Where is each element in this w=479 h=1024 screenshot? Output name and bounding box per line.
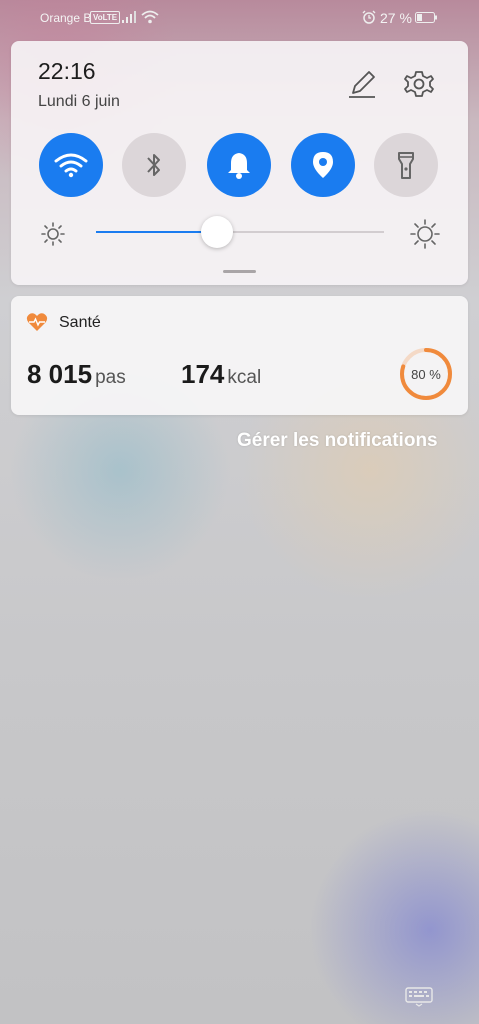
location-toggle[interactable]	[291, 133, 355, 197]
brightness-high-icon	[410, 219, 440, 249]
flashlight-toggle[interactable]	[374, 133, 438, 197]
keyboard-icon[interactable]	[405, 987, 433, 1007]
steps-count: 8 015 pas	[27, 359, 126, 390]
wifi-toggle[interactable]	[39, 133, 103, 197]
kcal-unit: kcal	[227, 367, 262, 388]
goal-progress-label: 80 %	[411, 366, 441, 382]
health-heart-icon	[26, 313, 48, 331]
steps-unit: pas	[95, 367, 126, 388]
location-pin-icon	[313, 152, 333, 178]
brightness-slider[interactable]	[96, 216, 384, 248]
battery-percent: 27 %	[380, 10, 412, 26]
calories-count: 174 kcal	[181, 359, 261, 390]
health-app-title: Santé	[59, 314, 101, 331]
date-label: Lundi 6 juin	[38, 93, 120, 110]
bell-icon	[228, 153, 250, 179]
steps-value: 8 015	[27, 359, 93, 389]
battery-icon	[415, 12, 437, 23]
carrier-name: Orange B	[40, 11, 92, 25]
brightness-slider-fill	[96, 231, 217, 233]
manage-notifications-link[interactable]: Gérer les notifications	[237, 430, 438, 452]
wifi-status-icon	[141, 10, 159, 24]
kcal-value: 174	[181, 359, 225, 389]
alarm-icon	[362, 10, 376, 24]
settings-gear-icon[interactable]	[401, 66, 437, 102]
sound-toggle[interactable]	[207, 133, 271, 197]
health-notification-card[interactable]: Santé 8 015 pas 174 kcal 80 %	[11, 296, 468, 415]
brightness-low-icon	[41, 222, 65, 246]
panel-drag-handle[interactable]	[223, 270, 256, 273]
wifi-icon	[54, 153, 88, 178]
status-bar: Orange B VoLTE 27 %	[0, 0, 479, 36]
volte-badge: VoLTE	[90, 11, 121, 24]
quick-settings-panel: 22:16 Lundi 6 juin	[11, 41, 468, 285]
flashlight-icon	[398, 152, 414, 179]
edit-pencil-icon[interactable]	[345, 67, 379, 101]
bluetooth-icon	[147, 154, 160, 176]
signal-icon	[122, 11, 136, 23]
bluetooth-toggle[interactable]	[122, 133, 186, 197]
clock-time: 22:16	[38, 58, 96, 84]
brightness-slider-thumb[interactable]	[200, 216, 233, 248]
